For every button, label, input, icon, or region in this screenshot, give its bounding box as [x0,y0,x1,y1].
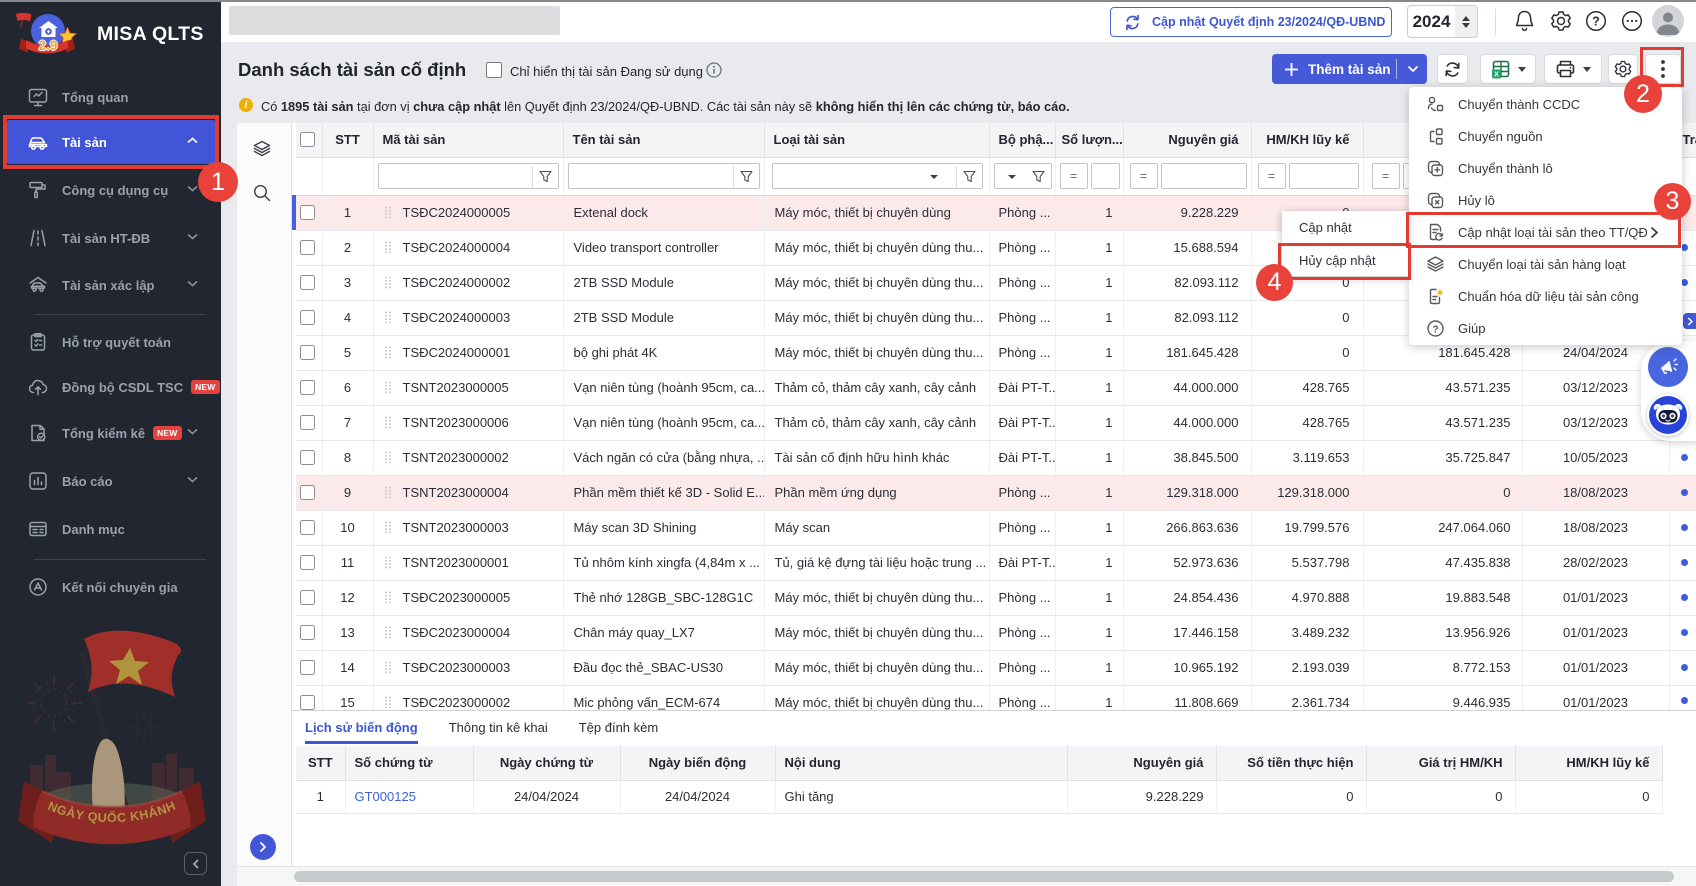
svg-text:X: X [1493,69,1498,78]
svg-text:?: ? [1592,14,1600,28]
svg-text:?: ? [1432,324,1438,335]
